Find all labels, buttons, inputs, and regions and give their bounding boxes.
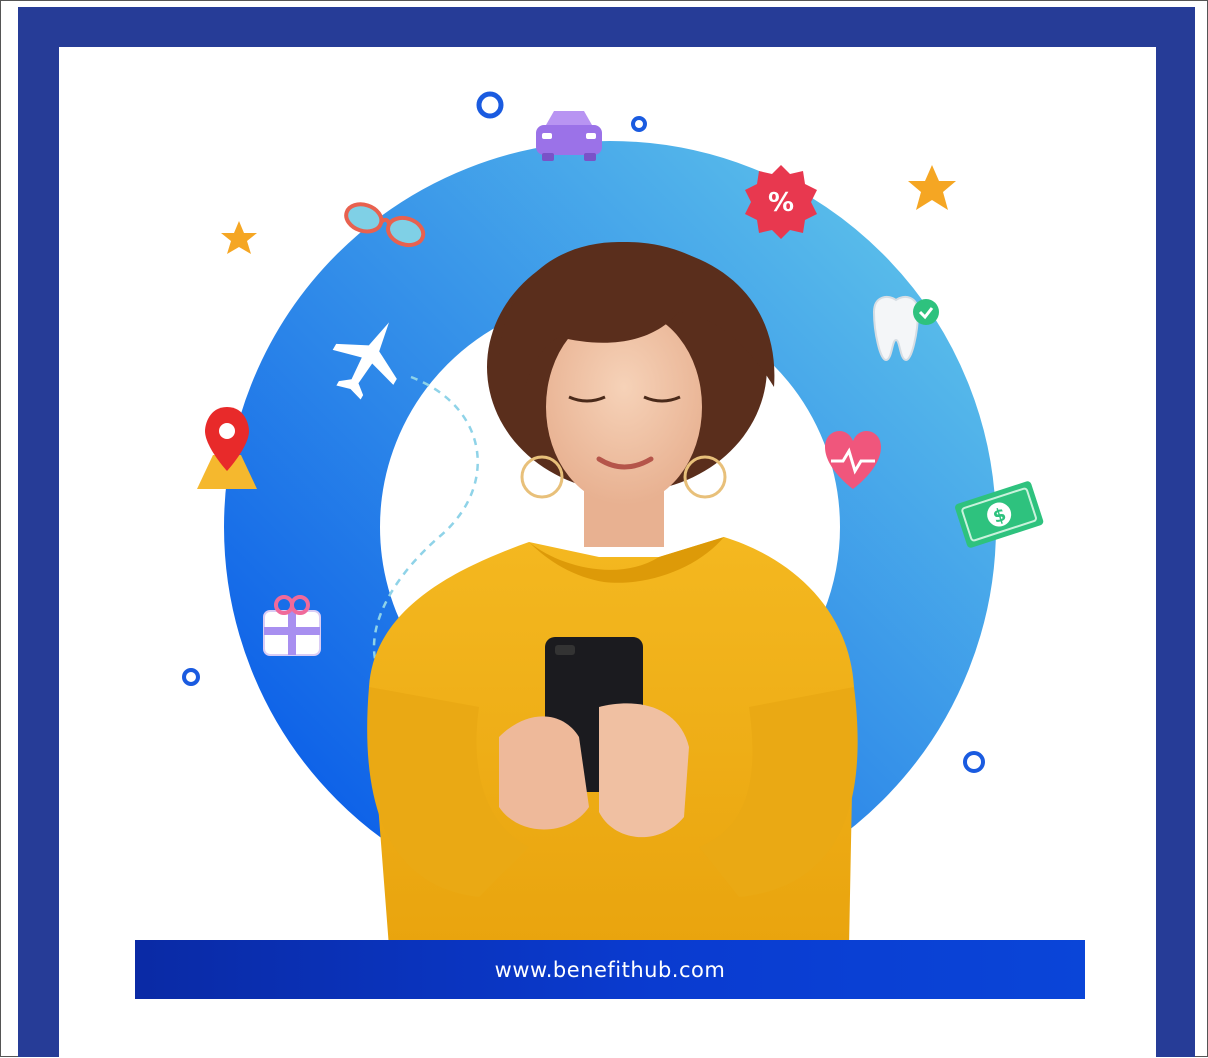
svg-text:%: % bbox=[768, 188, 794, 218]
circle-dot-icon bbox=[963, 751, 985, 773]
car-icon bbox=[536, 111, 602, 161]
star-icon bbox=[221, 221, 257, 254]
circle-dot-icon bbox=[476, 91, 504, 119]
hero-illustration: % $ bbox=[182, 91, 1044, 947]
ad-canvas: % $ www.benefithub.com bbox=[59, 47, 1156, 1058]
star-icon bbox=[908, 165, 956, 210]
circle-dot-icon bbox=[631, 116, 647, 132]
page-frame: % $ www.benefithub.com bbox=[0, 0, 1208, 1058]
website-banner: www.benefithub.com bbox=[135, 940, 1085, 999]
circle-dot-icon bbox=[182, 668, 200, 686]
website-url[interactable]: www.benefithub.com bbox=[495, 958, 726, 982]
